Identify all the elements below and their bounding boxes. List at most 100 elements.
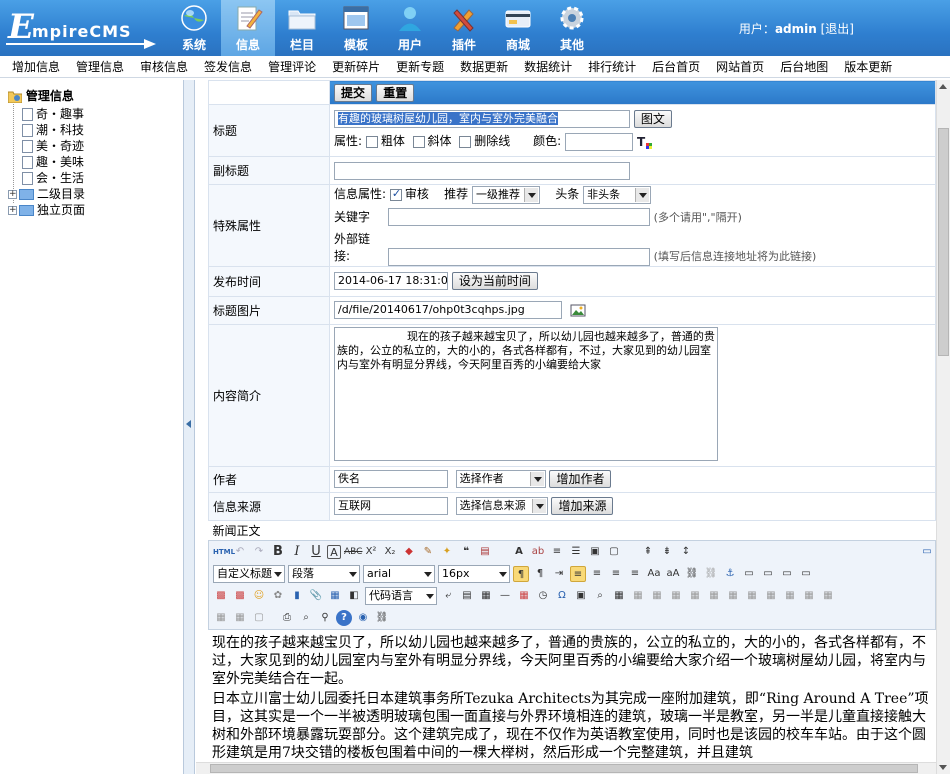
row-spacing-bottom-icon[interactable]: ⇟ xyxy=(659,544,675,560)
submit-button[interactable]: 提交 xyxy=(334,83,373,102)
tree-item[interactable]: 美・奇迹 xyxy=(22,138,84,154)
subscript-icon[interactable]: X₂ xyxy=(382,544,398,560)
tree-item[interactable]: 潮・科技 xyxy=(22,122,84,138)
horizontal-scroll-thumb[interactable] xyxy=(210,764,918,773)
recommend-select[interactable]: 一级推荐 xyxy=(472,185,540,204)
panel-splitter[interactable] xyxy=(183,80,195,774)
logout-link[interactable]: [退出] xyxy=(821,22,854,36)
more-link-icon[interactable]: ⛓ xyxy=(374,610,390,626)
image-none-icon[interactable]: ▭ xyxy=(741,566,757,582)
submenu-sign-info[interactable]: 签发信息 xyxy=(204,58,252,75)
background-icon[interactable]: ▦ xyxy=(478,588,494,604)
topnav-plugin[interactable]: 插件 xyxy=(437,0,491,56)
delete-table-icon[interactable]: ▦ xyxy=(630,588,646,604)
auto-format-icon[interactable]: ✦ xyxy=(439,544,455,560)
insert-paragraph-before-table-icon[interactable]: ▦ xyxy=(649,588,665,604)
submenu-data-update[interactable]: 数据更新 xyxy=(460,58,508,75)
superscript-icon[interactable]: X² xyxy=(363,544,379,560)
keyword-input[interactable] xyxy=(387,208,650,226)
title-pic-input[interactable]: /d/file/20140617/ohp0t3cqhps.jpg xyxy=(334,301,562,319)
html-source-icon[interactable]: HTML xyxy=(213,544,235,560)
submenu-review-info[interactable]: 审核信息 xyxy=(140,58,188,75)
title-picture-button[interactable]: 图文 xyxy=(633,110,672,129)
scroll-up-icon[interactable] xyxy=(939,84,947,89)
font-family-select[interactable]: arial xyxy=(363,565,435,583)
time-icon[interactable]: ◷ xyxy=(535,588,551,604)
topnav-shop[interactable]: 商城 xyxy=(491,0,545,56)
tree-folder[interactable]: + 二级目录 xyxy=(8,186,85,202)
submenu-update-fragments[interactable]: 更新碎片 xyxy=(332,58,380,75)
pubtime-input[interactable]: 2014-06-17 18:31:04 xyxy=(334,272,448,290)
horizontal-scrollbar[interactable] xyxy=(196,762,936,774)
search-replace-icon[interactable]: ⌕ xyxy=(592,588,608,604)
align-right-icon[interactable]: ≡ xyxy=(608,566,624,582)
line-height-icon[interactable]: ↕ xyxy=(678,544,694,560)
tree-root[interactable]: 管理信息 xyxy=(8,88,74,104)
font-color-icon[interactable]: A xyxy=(511,544,527,560)
author-select[interactable]: 选择作者 xyxy=(455,470,546,488)
image-left-icon[interactable]: ▭ xyxy=(760,566,776,582)
tree-item[interactable]: 会・生活 xyxy=(22,170,84,186)
submenu-version-update[interactable]: 版本更新 xyxy=(844,58,892,75)
subtitle-input[interactable] xyxy=(334,161,630,180)
topnav-system[interactable]: 系统 xyxy=(167,0,221,56)
expand-plus-icon[interactable]: + xyxy=(8,206,17,215)
merge-right-icon[interactable]: ▦ xyxy=(763,588,779,604)
external-link-input[interactable] xyxy=(387,247,650,266)
cell-props-icon[interactable]: ▢ xyxy=(251,610,267,626)
ordered-list-icon[interactable]: ≡ xyxy=(549,544,565,560)
review-checkbox[interactable] xyxy=(389,187,402,201)
insert-frame-icon[interactable]: ◧ xyxy=(346,588,362,604)
topnav-column[interactable]: 栏目 xyxy=(275,0,329,56)
custom-heading-select[interactable]: 自定义标题 xyxy=(213,565,285,583)
special-chars-icon[interactable]: Ω xyxy=(554,588,570,604)
expand-plus-icon[interactable]: + xyxy=(8,190,17,199)
unlink-icon[interactable]: ⛓ xyxy=(703,566,719,582)
tree-item[interactable]: 趣・美味 xyxy=(22,154,84,170)
insert-row-icon[interactable]: ▦ xyxy=(668,588,684,604)
bold-icon[interactable]: B xyxy=(270,544,286,560)
add-author-button[interactable]: 增加作者 xyxy=(549,470,612,488)
blockquote-icon[interactable]: ❝ xyxy=(458,544,474,560)
set-current-time-button[interactable]: 设为当前时间 xyxy=(451,272,538,290)
row-spacing-top-icon[interactable]: ⇞ xyxy=(640,544,656,560)
italic-checkbox[interactable] xyxy=(412,135,425,148)
summary-textarea[interactable]: 现在的孩子越来越宝贝了，所以幼儿园也越来越多了，普通的贵族的，公立的私立的，大的… xyxy=(334,326,718,461)
merge-cells-icon[interactable]: ▦ xyxy=(744,588,760,604)
tree-folder[interactable]: + 独立页面 xyxy=(8,202,85,218)
align-left-icon[interactable]: ≡ xyxy=(570,566,586,582)
link-icon[interactable]: ⛓ xyxy=(684,566,700,582)
editor-content[interactable]: 现在的孩子越来越宝贝了，所以幼儿园也越来越多了，普通的贵族的，公立的私立的，大的… xyxy=(208,630,936,762)
redo-icon[interactable]: ↷ xyxy=(251,544,267,560)
unordered-list-icon[interactable]: ☰ xyxy=(568,544,584,560)
author-input[interactable]: 佚名 xyxy=(334,470,448,488)
search-icon[interactable]: ⚲ xyxy=(317,610,333,626)
submenu-admin-home[interactable]: 后台首页 xyxy=(652,58,700,75)
split-cols-icon[interactable]: ▦ xyxy=(213,610,229,626)
rtl-icon[interactable]: ¶ xyxy=(532,566,548,582)
split-rows-icon[interactable]: ▦ xyxy=(820,588,836,604)
submenu-site-home[interactable]: 网站首页 xyxy=(716,58,764,75)
insert-table-icon[interactable]: ▦ xyxy=(611,588,627,604)
insert-col-icon[interactable]: ▦ xyxy=(706,588,722,604)
headline-select[interactable]: 非头条 xyxy=(583,185,652,204)
format-painter-icon[interactable]: ✎ xyxy=(420,544,436,560)
image-picker-icon[interactable] xyxy=(570,303,586,317)
collapse-left-icon[interactable] xyxy=(186,420,191,428)
submenu-data-stats[interactable]: 数据统计 xyxy=(524,58,572,75)
submenu-rank-stats[interactable]: 排行统计 xyxy=(588,58,636,75)
topnav-user[interactable]: 用户 xyxy=(383,0,437,56)
add-source-button[interactable]: 增加来源 xyxy=(551,497,614,515)
topnav-info[interactable]: 信息 xyxy=(221,0,275,56)
bold-checkbox[interactable] xyxy=(365,135,378,148)
scrawl-icon[interactable]: ✿ xyxy=(270,588,286,604)
case-upper-icon[interactable]: Aa xyxy=(646,566,662,582)
source-input[interactable]: 互联网 xyxy=(334,497,448,515)
merge-down-icon[interactable]: ▦ xyxy=(782,588,798,604)
paragraph-select[interactable]: 段落 xyxy=(288,565,360,583)
submenu-add-info[interactable]: 增加信息 xyxy=(12,58,60,75)
topnav-other[interactable]: 其他 xyxy=(545,0,599,56)
table-props-icon[interactable]: ▦ xyxy=(232,610,248,626)
ltr-icon[interactable]: ¶ xyxy=(513,566,529,582)
print-icon[interactable]: ⎙ xyxy=(279,610,295,626)
